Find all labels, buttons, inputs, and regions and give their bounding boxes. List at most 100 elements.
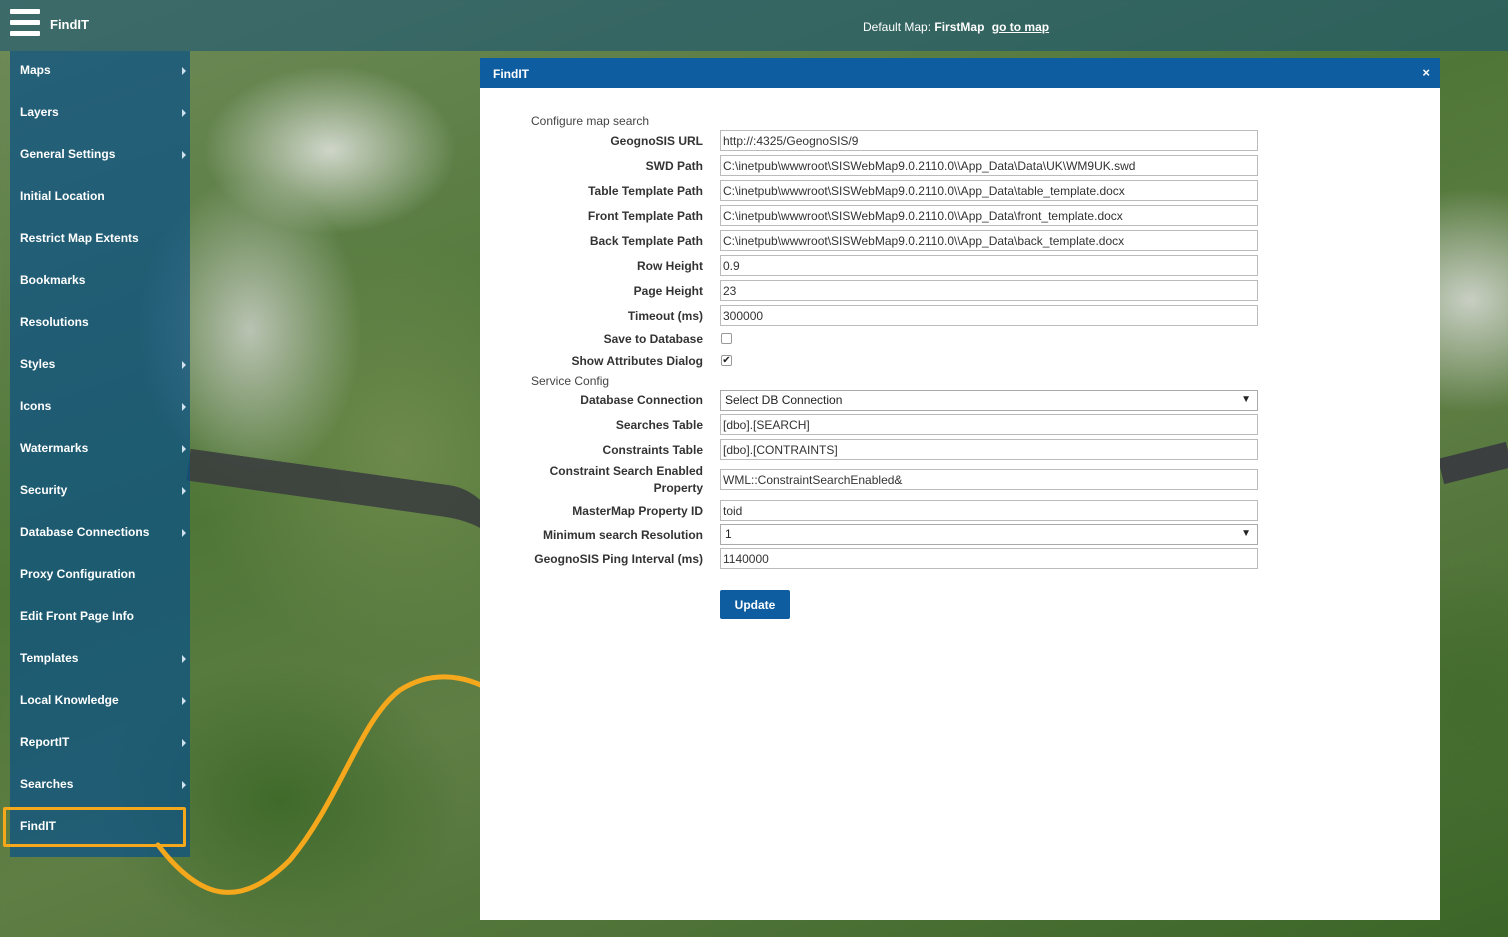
default-map-label: Default Map: xyxy=(863,20,932,34)
sidebar-item-icons[interactable]: Icons xyxy=(10,387,190,429)
background-road xyxy=(162,448,508,694)
minimum-search-resolution-label: Minimum search Resolution xyxy=(542,528,703,542)
sidebar-item-initial-location[interactable]: Initial Location xyxy=(10,177,190,219)
sidebar-item-security[interactable]: Security xyxy=(10,471,190,513)
default-map-info: Default Map: FirstMap go to map xyxy=(863,20,1049,34)
constraint-search-enabled-label: Constraint Search Enabled Property xyxy=(549,464,703,495)
chevron-right-icon xyxy=(182,151,186,159)
sidebar-item-label: ReportIT xyxy=(20,735,70,749)
ping-interval-label: GeognoSIS Ping Interval (ms) xyxy=(534,552,703,566)
background-road-right xyxy=(1437,441,1508,485)
page-height-label: Page Height xyxy=(633,284,703,298)
dropdown-caret-icon: ▼ xyxy=(1241,394,1251,405)
database-connection-label: Database Connection xyxy=(580,393,703,407)
sidebar-item-label: Resolutions xyxy=(20,315,89,329)
chevron-right-icon xyxy=(182,361,186,369)
show-attributes-dialog-checkbox[interactable]: ✔ xyxy=(721,355,732,366)
save-to-database-checkbox[interactable] xyxy=(721,333,732,344)
default-map-name: FirstMap xyxy=(934,20,985,34)
dialog-title: FindIT xyxy=(493,67,529,81)
timeout-input[interactable] xyxy=(720,305,1258,326)
sidebar-item-label: General Settings xyxy=(20,147,116,161)
back-template-path-input[interactable] xyxy=(720,230,1258,251)
front-template-path-label: Front Template Path xyxy=(587,209,703,223)
page-height-input[interactable] xyxy=(720,280,1258,301)
sidebar-item-label: Local Knowledge xyxy=(20,693,119,707)
sidebar-item-label: Bookmarks xyxy=(20,273,86,287)
sidebar-item-restrict-map-extents[interactable]: Restrict Map Extents xyxy=(10,219,190,261)
constraints-table-label: Constraints Table xyxy=(602,443,703,457)
close-icon[interactable]: × xyxy=(1422,65,1430,80)
sidebar-item-local-knowledge[interactable]: Local Knowledge xyxy=(10,681,190,723)
dropdown-caret-icon: ▼ xyxy=(1241,528,1251,539)
sidebar-item-edit-front-page-info[interactable]: Edit Front Page Info xyxy=(10,597,190,639)
table-template-path-label: Table Template Path xyxy=(588,184,703,198)
sidebar-item-label: Proxy Configuration xyxy=(20,567,136,581)
geognosis-url-label: GeognoSIS URL xyxy=(610,134,703,148)
sidebar-item-label: Icons xyxy=(20,399,52,413)
ping-interval-input[interactable] xyxy=(720,548,1258,569)
row-height-input[interactable] xyxy=(720,255,1258,276)
sidebar-item-database-connections[interactable]: Database Connections xyxy=(10,513,190,555)
searches-table-input[interactable] xyxy=(720,414,1258,435)
swd-path-input[interactable] xyxy=(720,155,1258,176)
sidebar-item-label: Styles xyxy=(20,357,56,371)
minimum-search-resolution-value: 1 xyxy=(725,527,732,541)
database-connection-value: Select DB Connection xyxy=(725,393,843,407)
chevron-right-icon xyxy=(182,739,186,747)
sidebar-item-label: Edit Front Page Info xyxy=(20,609,134,623)
show-attributes-dialog-label: Show Attributes Dialog xyxy=(571,354,703,368)
constraint-search-enabled-input[interactable] xyxy=(720,469,1258,490)
sidebar-item-maps[interactable]: Maps xyxy=(10,51,190,93)
save-to-database-label: Save to Database xyxy=(603,332,703,346)
front-template-path-input[interactable] xyxy=(720,205,1258,226)
go-to-map-link[interactable]: go to map xyxy=(992,20,1049,34)
section-map-search: Configure map search xyxy=(531,114,650,128)
sidebar-item-label: Database Connections xyxy=(20,525,150,539)
constraints-table-input[interactable] xyxy=(720,439,1258,460)
geognosis-url-input[interactable] xyxy=(720,130,1258,151)
searches-table-label: Searches Table xyxy=(615,418,703,432)
findit-dialog: FindIT × Configure map search GeognoSIS … xyxy=(480,58,1440,920)
sidebar-item-searches[interactable]: Searches xyxy=(10,765,190,807)
row-height-label: Row Height xyxy=(637,259,703,273)
sidebar: Maps Layers General Settings Initial Locati… xyxy=(10,51,190,857)
sidebar-item-watermarks[interactable]: Watermarks xyxy=(10,429,190,471)
sidebar-item-layers[interactable]: Layers xyxy=(10,93,190,135)
sidebar-item-label: Templates xyxy=(20,651,79,665)
sidebar-item-proxy-configuration[interactable]: Proxy Configuration xyxy=(10,555,190,597)
app-brand: FindIT xyxy=(50,17,89,32)
chevron-right-icon xyxy=(182,109,186,117)
sidebar-item-reportit[interactable]: ReportIT xyxy=(10,723,190,765)
chevron-right-icon xyxy=(182,67,186,75)
update-button[interactable]: Update xyxy=(720,590,790,619)
sidebar-item-label: Initial Location xyxy=(20,189,105,203)
sidebar-item-resolutions[interactable]: Resolutions xyxy=(10,303,190,345)
sidebar-item-label: Searches xyxy=(20,777,74,791)
sidebar-item-general-settings[interactable]: General Settings xyxy=(10,135,190,177)
chevron-right-icon xyxy=(182,697,186,705)
sidebar-item-templates[interactable]: Templates xyxy=(10,639,190,681)
sidebar-item-label: Security xyxy=(20,483,68,497)
back-template-path-label: Back Template Path xyxy=(589,234,703,248)
chevron-right-icon xyxy=(182,445,186,453)
top-bar: FindIT Default Map: FirstMap go to map xyxy=(0,0,1508,51)
sidebar-item-label: Layers xyxy=(20,105,59,119)
chevron-right-icon xyxy=(182,487,186,495)
sidebar-item-bookmarks[interactable]: Bookmarks xyxy=(10,261,190,303)
hamburger-menu-icon[interactable] xyxy=(10,9,40,41)
section-service-config: Service Config xyxy=(531,374,610,388)
chevron-right-icon xyxy=(182,403,186,411)
swd-path-label: SWD Path xyxy=(645,159,703,173)
findit-highlight-box xyxy=(3,807,186,847)
chevron-right-icon xyxy=(182,529,186,537)
table-template-path-input[interactable] xyxy=(720,180,1258,201)
chevron-right-icon xyxy=(182,655,186,663)
sidebar-item-label: Watermarks xyxy=(20,441,89,455)
timeout-label: Timeout (ms) xyxy=(627,309,703,323)
sidebar-item-styles[interactable]: Styles xyxy=(10,345,190,387)
mastermap-property-id-label: MasterMap Property ID xyxy=(572,504,703,518)
database-connection-select[interactable]: Select DB Connection ▼ xyxy=(720,390,1258,411)
minimum-search-resolution-select[interactable]: 1 ▼ xyxy=(720,524,1258,545)
mastermap-property-id-input[interactable] xyxy=(720,500,1258,521)
